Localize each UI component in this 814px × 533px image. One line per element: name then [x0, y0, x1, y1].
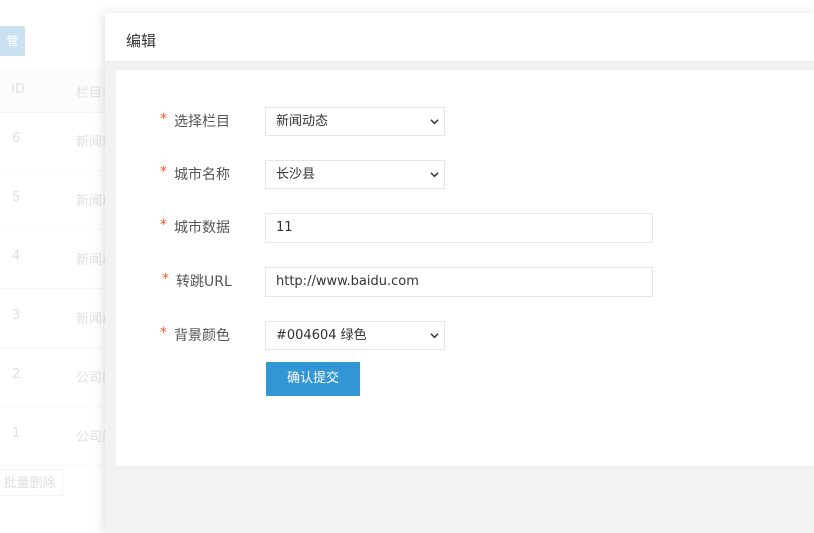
jump-url-value: http://www.baidu.com — [276, 274, 419, 289]
required-mark: * — [160, 217, 167, 233]
city-data-label: 城市数据 — [174, 220, 230, 236]
bg-color-label: 背景颜色 — [174, 328, 230, 344]
category-select[interactable]: 新闻动态 — [265, 107, 445, 136]
chevron-down-icon — [430, 119, 439, 125]
submit-button[interactable]: 确认提交 — [266, 362, 360, 396]
jump-url-input[interactable]: http://www.baidu.com — [265, 267, 653, 297]
required-mark: * — [160, 164, 167, 180]
form-row-city-name: * 城市名称 长沙县 — [116, 160, 814, 190]
required-mark: * — [160, 325, 167, 341]
city-name-select[interactable]: 长沙县 — [265, 160, 445, 189]
form-row-jump-url: * 转跳URL http://www.baidu.com — [116, 267, 814, 297]
chevron-down-icon — [430, 333, 439, 339]
jump-url-label: 转跳URL — [176, 274, 232, 290]
chevron-down-icon — [430, 172, 439, 178]
form-row-category: * 选择栏目 新闻动态 — [116, 107, 814, 137]
form-row-city-data: * 城市数据 11 — [116, 213, 814, 243]
bg-color-select[interactable]: #004604 绿色 — [265, 321, 445, 350]
form-row-bg-color: * 背景颜色 #004604 绿色 — [116, 321, 814, 351]
city-data-input[interactable]: 11 — [265, 213, 653, 243]
city-name-label: 城市名称 — [174, 167, 230, 183]
category-select-value: 新闻动态 — [276, 114, 329, 129]
modal-title: 编辑 — [126, 32, 157, 50]
edit-modal: 编辑 * 选择栏目 新闻动态 * 城市名称 长沙县 * 城市数据 11 * 转跳… — [105, 13, 814, 533]
modal-titlebar: 编辑 — [105, 13, 814, 62]
city-name-select-value: 长沙县 — [276, 167, 316, 182]
required-mark: * — [162, 271, 169, 287]
city-data-value: 11 — [276, 220, 293, 235]
category-label: 选择栏目 — [174, 114, 230, 130]
bg-color-select-value: #004604 绿色 — [276, 328, 367, 343]
required-mark: * — [160, 111, 167, 127]
edit-form: * 选择栏目 新闻动态 * 城市名称 长沙县 * 城市数据 11 * 转跳URL — [116, 70, 814, 466]
